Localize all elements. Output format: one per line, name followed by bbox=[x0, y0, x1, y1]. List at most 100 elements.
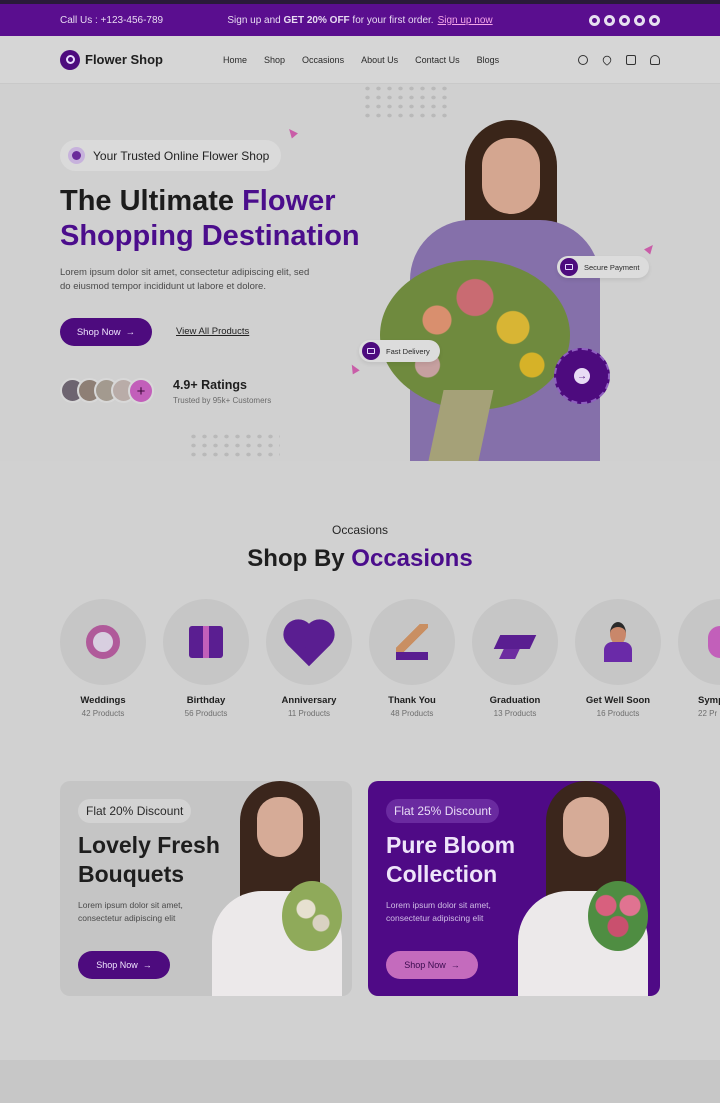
occasions-tag: Occasions bbox=[331, 523, 389, 537]
nav-item-shop[interactable]: Shop bbox=[264, 55, 285, 65]
occasion-count: 56 Products bbox=[184, 709, 228, 718]
occasions-title: Shop By Occasions bbox=[0, 545, 720, 573]
view-all-products-link[interactable]: View All Products bbox=[176, 326, 249, 337]
nav-actions bbox=[578, 53, 660, 66]
promo-card-bloom: Flat 25% Discount Pure Bloom Collection … bbox=[368, 781, 660, 996]
occasion-name: Weddings bbox=[80, 695, 126, 706]
fast-delivery-pill: Fast Delivery bbox=[359, 340, 440, 362]
promo-pre: Sign up and bbox=[227, 14, 284, 26]
hero-title-plain: The Ultimate bbox=[60, 185, 243, 217]
hero-section: Your Trusted Online Flower Shop The Ulti… bbox=[0, 84, 720, 461]
shop-now-label: Shop Now bbox=[96, 960, 138, 970]
occasions-title-plain: Shop By bbox=[247, 545, 352, 572]
arrow-right-icon: → bbox=[450, 960, 460, 970]
facebook-icon[interactable] bbox=[589, 14, 600, 26]
promo-card-bouquets: Flat 20% Discount Lovely Fresh Bouquets … bbox=[60, 781, 352, 996]
graduation-cap-icon bbox=[493, 635, 537, 649]
shop-now-seal-button[interactable]: → bbox=[554, 348, 610, 404]
occasion-graduation[interactable]: Graduation 13 Products bbox=[472, 599, 558, 718]
arrow-right-icon: → bbox=[574, 368, 590, 384]
occasion-name: Thank You bbox=[388, 695, 436, 706]
promo-shop-now-button[interactable]: Shop Now → bbox=[78, 951, 170, 979]
occasion-anniversary[interactable]: Anniversary 11 Products bbox=[266, 599, 352, 718]
promo-bold: GET 20% OFF bbox=[283, 14, 350, 26]
occasion-name: Graduation bbox=[489, 695, 541, 706]
occasion-count: 16 Products bbox=[596, 709, 640, 718]
decor-dots bbox=[362, 84, 452, 118]
decor-dots bbox=[188, 432, 280, 460]
occasion-thank-you[interactable]: Thank You 48 Products bbox=[369, 599, 455, 718]
hand-heart-icon bbox=[708, 626, 720, 658]
announcement-bar: Call Us : +123-456-789 Sign up and GET 2… bbox=[0, 4, 720, 36]
hero-description: Lorem ipsum dolor sit amet, consectetur … bbox=[60, 267, 310, 292]
occasion-list: Weddings 42 Products Birthday 56 Product… bbox=[60, 599, 720, 718]
occasion-sympathy[interactable]: Symp 22 Pr bbox=[678, 599, 720, 718]
occasion-name: Birthday bbox=[186, 695, 226, 706]
occasions-title-accent: Occasions bbox=[351, 545, 473, 572]
arrow-right-icon: → bbox=[142, 960, 152, 970]
instagram-icon[interactable] bbox=[634, 14, 645, 26]
discount-tag: Flat 25% Discount bbox=[386, 799, 500, 823]
occasion-count: 22 Pr bbox=[698, 709, 718, 718]
nav-item-occasions[interactable]: Occasions bbox=[302, 55, 344, 65]
promo-image-woman-roses bbox=[508, 781, 648, 996]
secure-payment-pill: Secure Payment bbox=[557, 256, 650, 278]
occasions-section: Occasions Shop By Occasions Weddings 42 … bbox=[0, 461, 720, 766]
promo-post: for your first order. bbox=[349, 14, 434, 26]
nav-item-blogs[interactable]: Blogs bbox=[477, 55, 500, 65]
promo-image-woman bbox=[202, 781, 342, 996]
occasion-name: Symp bbox=[698, 695, 720, 706]
occasion-get-well-soon[interactable]: Get Well Soon 16 Products bbox=[575, 599, 661, 718]
promo-text: Lorem ipsum dolor sit amet, consectetur … bbox=[386, 900, 491, 923]
flower-badge-icon bbox=[68, 147, 85, 164]
fast-delivery-label: Fast Delivery bbox=[386, 346, 430, 356]
promo-shop-now-button[interactable]: Shop Now → bbox=[386, 951, 478, 979]
arrow-right-icon: → bbox=[125, 326, 136, 338]
occasion-count: 48 Products bbox=[390, 709, 434, 718]
truck-icon bbox=[362, 342, 380, 360]
pinterest-icon[interactable] bbox=[619, 14, 630, 26]
nav-menu: Home Shop Occasions About Us Contact Us … bbox=[223, 55, 499, 65]
shop-now-button[interactable]: Shop Now → bbox=[60, 318, 152, 346]
praying-hands-icon bbox=[396, 624, 428, 660]
signup-link[interactable]: Sign up now bbox=[438, 15, 493, 26]
brand-name: Flower Shop bbox=[85, 52, 163, 67]
heart-icon[interactable] bbox=[600, 53, 614, 66]
shop-now-label: Shop Now bbox=[404, 960, 446, 970]
rating-block: 4.9+ Ratings Trusted by 95k+ Customers bbox=[173, 378, 271, 405]
search-icon[interactable] bbox=[578, 54, 588, 65]
social-links bbox=[589, 14, 660, 26]
occasion-count: 42 Products bbox=[81, 709, 125, 718]
x-icon[interactable] bbox=[604, 14, 615, 26]
hero-image-woman-with-bouquet bbox=[340, 120, 640, 461]
nav-item-contact[interactable]: Contact Us bbox=[415, 55, 460, 65]
next-section-edge bbox=[0, 1060, 720, 1103]
flower-logo-icon bbox=[60, 49, 80, 70]
wallet-icon bbox=[560, 258, 578, 276]
nav-item-home[interactable]: Home bbox=[223, 55, 247, 65]
bag-icon[interactable] bbox=[626, 54, 636, 65]
nav-item-about[interactable]: About Us bbox=[361, 55, 398, 65]
occasion-weddings[interactable]: Weddings 42 Products bbox=[60, 599, 146, 718]
occasion-name: Get Well Soon bbox=[585, 695, 651, 706]
brand-logo[interactable]: Flower Shop bbox=[60, 49, 163, 70]
sparkle-icon bbox=[644, 242, 656, 255]
plus-icon[interactable]: + bbox=[128, 378, 154, 404]
secure-payment-label: Secure Payment bbox=[584, 262, 640, 272]
user-icon[interactable] bbox=[650, 54, 660, 65]
doctor-icon bbox=[602, 622, 634, 662]
rating-subtitle: Trusted by 95k+ Customers bbox=[173, 396, 272, 405]
main-nav: Flower Shop Home Shop Occasions About Us… bbox=[0, 36, 720, 84]
occasion-count: 13 Products bbox=[493, 709, 537, 718]
discount-tag: Flat 20% Discount bbox=[78, 799, 192, 823]
customer-avatars: + bbox=[60, 378, 154, 404]
promo-section: Flat 20% Discount Lovely Fresh Bouquets … bbox=[0, 766, 720, 1060]
promo-text: Lorem ipsum dolor sit amet, consectetur … bbox=[78, 900, 183, 923]
rating-value: 4.9+ Ratings bbox=[173, 378, 247, 392]
youtube-icon[interactable] bbox=[649, 14, 660, 26]
ring-icon bbox=[86, 625, 120, 659]
shop-now-label: Shop Now bbox=[76, 326, 121, 338]
gift-icon bbox=[189, 626, 223, 658]
occasion-birthday[interactable]: Birthday 56 Products bbox=[163, 599, 249, 718]
occasion-name: Anniversary bbox=[281, 695, 337, 706]
